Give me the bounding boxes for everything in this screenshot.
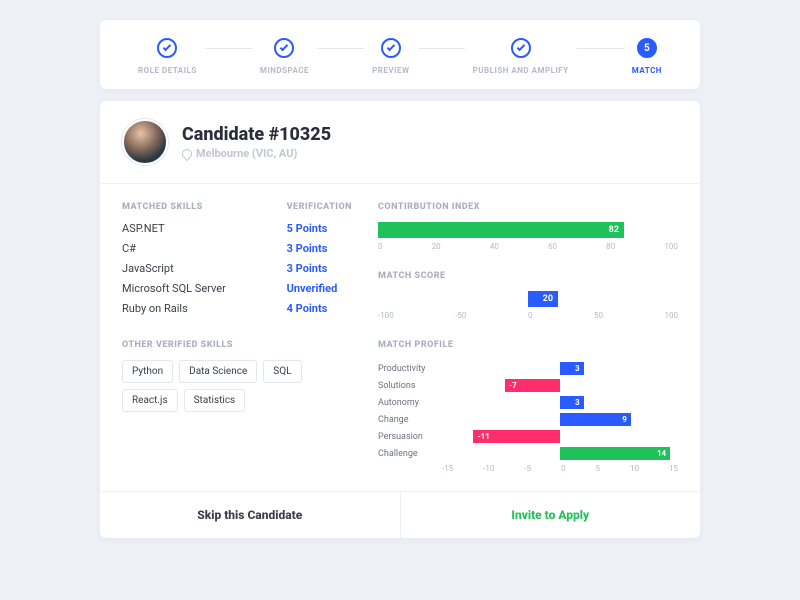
candidate-card: Candidate #10325 Melbourne (VIC, AU) MAT… — [100, 101, 700, 538]
skill-tag[interactable]: Python — [122, 360, 173, 383]
step-label: ROLE DETAILS — [138, 66, 197, 75]
profile-label: Challenge — [378, 449, 442, 459]
profile-row: Autonomy 3 — [378, 394, 678, 411]
profile-bar: 14 — [560, 447, 670, 460]
contribution-chart: CONTIRBUTION INDEX 82 0 20 40 60 80 100 — [378, 202, 678, 251]
check-icon — [274, 38, 294, 58]
profile-bar: -7 — [505, 379, 560, 392]
location-text: Melbourne (VIC, AU) — [196, 147, 297, 160]
profile-row: Productivity 3 — [378, 360, 678, 377]
profile-bar: -11 — [473, 430, 560, 443]
step-preview[interactable]: PREVIEW — [364, 38, 417, 75]
progress-stepper: ROLE DETAILS MINDSPACE PREVIEW PUBLISH AND … — [100, 20, 700, 89]
contribution-title: CONTIRBUTION INDEX — [378, 202, 678, 212]
match-profile-chart: MATCH PROFILE Productivity 3 Solutions -7 Au… — [378, 340, 678, 473]
axis-tick: 40 — [490, 242, 499, 251]
skill-verification[interactable]: Unverified — [287, 282, 352, 295]
step-match[interactable]: 5 MATCH — [624, 38, 670, 75]
axis-tick: -5 — [524, 464, 531, 473]
axis-tick: 0 — [378, 242, 383, 251]
profile-bar: 3 — [560, 362, 584, 375]
matched-skills-title: MATCHED SKILLS — [122, 202, 267, 212]
check-icon — [511, 38, 531, 58]
axis-tick: 100 — [664, 242, 678, 251]
verification-title: VERIFICATION — [287, 202, 352, 212]
axis-tick: 50 — [594, 311, 603, 320]
axis-tick: -10 — [483, 464, 494, 473]
axis-tick: -15 — [442, 464, 453, 473]
axis-tick: 0 — [528, 311, 533, 320]
step-label: MINDSPACE — [260, 66, 309, 75]
location-pin-icon — [180, 146, 194, 160]
skill-verification[interactable]: 4 Points — [287, 302, 352, 315]
skill-name: C# — [122, 242, 267, 255]
step-label: PUBLISH AND AMPLIFY — [473, 66, 569, 75]
match-score-chart: MATCH SCORE 20 -100 -50 0 50 100 — [378, 271, 678, 320]
step-mindspace[interactable]: MINDSPACE — [252, 38, 317, 75]
step-label: PREVIEW — [372, 66, 409, 75]
profile-row: Challenge 14 — [378, 445, 678, 462]
candidate-name: Candidate #10325 — [182, 124, 331, 145]
axis-tick: -50 — [455, 311, 466, 320]
skill-verification[interactable]: 3 Points — [287, 242, 352, 255]
skill-name: Ruby on Rails — [122, 302, 267, 315]
axis-tick: 20 — [432, 242, 441, 251]
axis-tick: 100 — [664, 311, 678, 320]
contribution-bar: 82 — [378, 222, 624, 238]
profile-bar: 9 — [560, 413, 631, 426]
profile-label: Change — [378, 415, 442, 425]
candidate-header: Candidate #10325 Melbourne (VIC, AU) — [100, 101, 700, 184]
step-publish-and-amplify[interactable]: PUBLISH AND AMPLIFY — [465, 38, 577, 75]
skill-name: Microsoft SQL Server — [122, 282, 267, 295]
axis-tick: 15 — [669, 464, 678, 473]
skill-verification[interactable]: 5 Points — [287, 222, 352, 235]
skill-tag[interactable]: Statistics — [184, 389, 246, 412]
skill-tag[interactable]: React.js — [122, 389, 178, 412]
candidate-location: Melbourne (VIC, AU) — [182, 147, 331, 160]
skill-tag[interactable]: Data Science — [179, 360, 257, 383]
profile-label: Productivity — [378, 364, 442, 374]
other-skills-title: OTHER VERIFIED SKILLS — [122, 340, 352, 350]
skill-verification[interactable]: 3 Points — [287, 262, 352, 275]
skill-name: JavaScript — [122, 262, 267, 275]
skip-button[interactable]: Skip this Candidate — [100, 492, 401, 538]
card-footer: Skip this Candidate Invite to Apply — [100, 491, 700, 538]
match-profile-title: MATCH PROFILE — [378, 340, 678, 350]
avatar — [122, 119, 168, 165]
skill-name: ASP.NET — [122, 222, 267, 235]
axis-tick: 80 — [606, 242, 615, 251]
axis-tick: 60 — [548, 242, 557, 251]
profile-label: Persuasion — [378, 432, 442, 442]
match-score-title: MATCH SCORE — [378, 271, 678, 281]
profile-row: Persuasion -11 — [378, 428, 678, 445]
invite-button[interactable]: Invite to Apply — [401, 492, 701, 538]
profile-label: Autonomy — [378, 398, 442, 408]
step-number-icon: 5 — [637, 38, 657, 58]
axis-tick: -100 — [378, 311, 394, 320]
step-label: MATCH — [632, 66, 662, 75]
other-skills-tags: Python Data Science SQL React.js Statistics — [122, 360, 352, 412]
match-score-bar: 20 — [528, 291, 558, 307]
profile-bar: 3 — [560, 396, 584, 409]
axis-tick: 0 — [561, 464, 566, 473]
step-role-details[interactable]: ROLE DETAILS — [130, 38, 205, 75]
axis-tick: 10 — [630, 464, 639, 473]
profile-row: Change 9 — [378, 411, 678, 428]
check-icon — [381, 38, 401, 58]
profile-label: Solutions — [378, 381, 442, 391]
skill-tag[interactable]: SQL — [263, 360, 301, 383]
check-icon — [157, 38, 177, 58]
profile-row: Solutions -7 — [378, 377, 678, 394]
axis-tick: 5 — [596, 464, 601, 473]
